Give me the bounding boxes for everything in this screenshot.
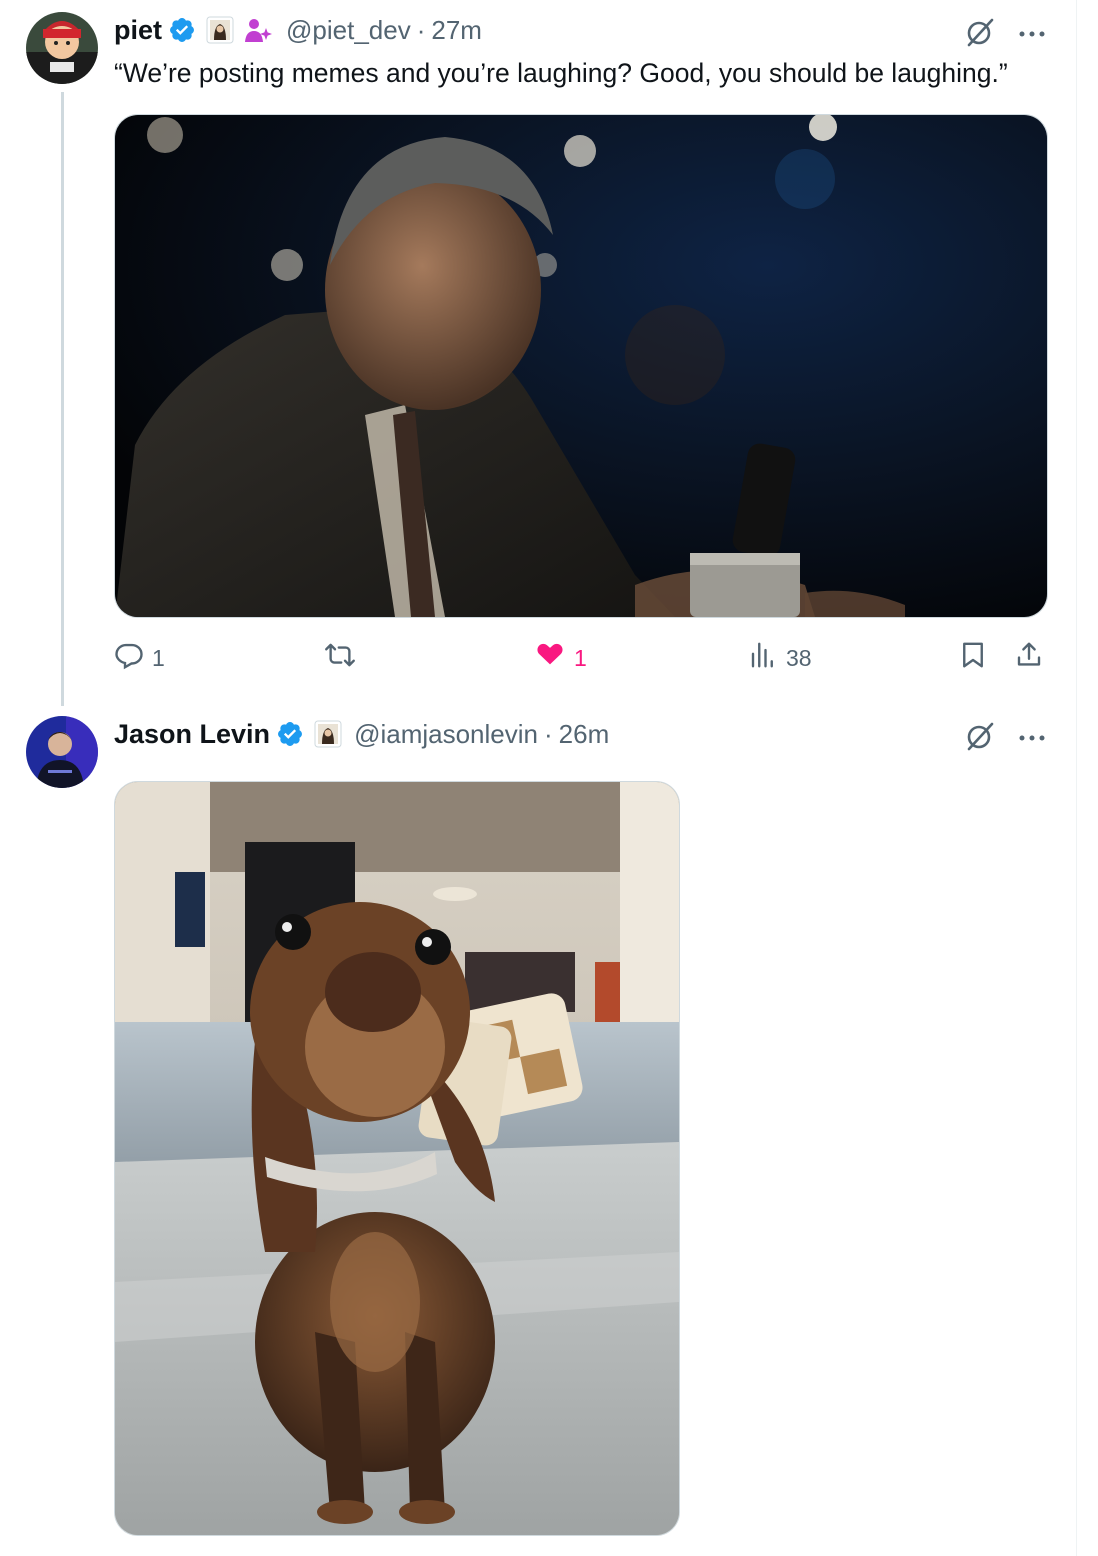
- share-button[interactable]: [1014, 636, 1044, 680]
- post-corner-controls: [964, 16, 1046, 53]
- grok-icon[interactable]: [964, 720, 996, 757]
- more-icon[interactable]: [1018, 26, 1046, 44]
- post-header: piet @piet_dev · 27m: [114, 10, 482, 50]
- post-corner-controls: [964, 720, 1046, 757]
- affiliate-badge-icon[interactable]: [314, 720, 342, 748]
- verified-badge-icon[interactable]: [168, 16, 196, 44]
- post-image-dachshund-puppy[interactable]: [114, 781, 680, 1536]
- share-icon: [1014, 640, 1044, 676]
- post-time[interactable]: 26m: [559, 719, 610, 750]
- user-handle[interactable]: @piet_dev: [286, 15, 411, 46]
- repost-button[interactable]: [324, 636, 364, 680]
- verified-badge-icon[interactable]: [276, 720, 304, 748]
- display-name[interactable]: piet: [114, 15, 162, 46]
- sparkle-person-icon[interactable]: [244, 16, 274, 44]
- more-icon[interactable]: [1018, 730, 1046, 748]
- like-count: 1: [574, 644, 587, 671]
- avatar-jason-levin[interactable]: [26, 716, 98, 788]
- grok-icon[interactable]: [964, 16, 996, 53]
- affiliate-badge-icon[interactable]: [206, 16, 234, 44]
- reply-icon: [114, 640, 144, 676]
- heart-filled-icon: [534, 640, 566, 676]
- thread-connector-line: [61, 92, 64, 706]
- post-header: Jason Levin @iamjasonlevin · 26m: [114, 714, 609, 754]
- reply-button[interactable]: 1: [114, 636, 165, 680]
- post-time[interactable]: 27m: [431, 15, 482, 46]
- view-count: 38: [786, 644, 812, 671]
- bookmark-icon: [958, 640, 988, 676]
- column-border: [1076, 0, 1077, 1556]
- like-button[interactable]: 1: [534, 636, 587, 680]
- separator-dot: ·: [416, 14, 426, 45]
- user-handle[interactable]: @iamjasonlevin: [354, 719, 538, 750]
- repost-icon: [324, 640, 356, 676]
- avatar-piet[interactable]: [26, 12, 98, 84]
- post-image-man-at-table[interactable]: [114, 114, 1048, 618]
- post-text: “We’re posting memes and you’re laughing…: [114, 58, 1008, 88]
- bookmark-button[interactable]: [958, 636, 988, 680]
- display-name[interactable]: Jason Levin: [114, 719, 270, 750]
- views-button[interactable]: 38: [748, 636, 812, 680]
- post-action-bar: 1 1 38: [114, 636, 1048, 680]
- views-icon: [748, 640, 778, 676]
- reply-count: 1: [152, 644, 165, 671]
- separator-dot: ·: [543, 718, 553, 749]
